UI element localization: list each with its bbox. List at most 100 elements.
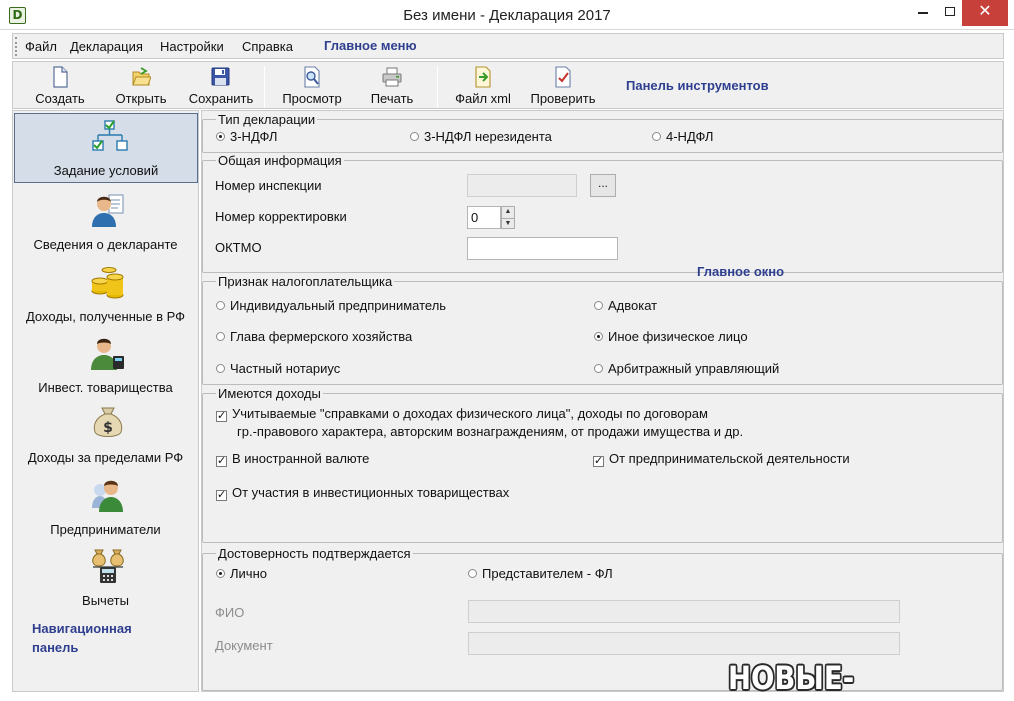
radio-dot (652, 132, 661, 141)
nav-annotation-line1: Навигационная (32, 621, 132, 636)
nav-item-conditions[interactable]: Задание условий (14, 113, 198, 183)
checkbox-entrepreneurial[interactable]: ✓ От предпринимательской деятельности (593, 451, 850, 467)
oktmo-input[interactable] (467, 237, 618, 260)
radio-3ndfl[interactable]: 3-НДФЛ (216, 129, 277, 144)
radio-label: Адвокат (608, 298, 658, 313)
floppy-disk-icon (211, 67, 230, 86)
menu-help[interactable]: Справка (242, 39, 293, 54)
menu-grip[interactable] (15, 37, 18, 56)
checkbox-box: ✓ (593, 455, 604, 467)
radio-3ndfl-nonresident[interactable]: 3-НДФЛ нерезидента (410, 129, 552, 144)
radio-farm-head[interactable]: Глава фермерского хозяйства (216, 329, 412, 344)
save-button[interactable]: Сохранить (183, 64, 259, 108)
main-menu: Файл Декларация Настройки Справка Главно… (12, 33, 1004, 59)
radio-other-person[interactable]: Иное физическое лицо (594, 329, 748, 344)
radio-label: Лично (230, 566, 267, 581)
menu-file[interactable]: Файл (25, 39, 57, 54)
toolbar-separator (437, 66, 438, 108)
close-icon: ✕ (978, 3, 992, 20)
nav-label-income-abroad: Доходы за пределами РФ (27, 450, 184, 465)
correction-spinner[interactable]: ▲ ▼ (501, 206, 515, 229)
checkbox-box: ✓ (216, 455, 227, 467)
open-label: Открыть (115, 91, 167, 106)
conditions-tree-icon (92, 120, 128, 151)
oktmo-label: ОКТМО (215, 240, 262, 255)
radio-personally[interactable]: Лично (216, 566, 267, 581)
main-menu-annotation: Главное меню (324, 38, 417, 53)
checkbox-box: ✓ (216, 410, 227, 422)
nav-item-declarant[interactable]: Сведения о декларанте (13, 187, 198, 257)
radio-notary[interactable]: Частный нотариус (216, 361, 340, 376)
window-title: Без имени - Декларация 2017 (403, 7, 611, 24)
radio-dot (216, 569, 225, 578)
nav-label-conditions: Задание условий (53, 163, 159, 178)
preview-button[interactable]: Просмотр (277, 64, 347, 108)
radio-individual-entrepreneur[interactable]: Индивидуальный предприниматель (216, 298, 446, 313)
printer-icon (382, 67, 402, 87)
radio-4ndfl[interactable]: 4-НДФЛ (652, 129, 713, 144)
watermark: НОВЫЕ-ВАТУТИНКИ.РФ (728, 659, 979, 701)
check-button[interactable]: Проверить (525, 64, 601, 108)
menu-declaration[interactable]: Декларация (70, 39, 143, 54)
open-button[interactable]: Открыть (109, 64, 173, 108)
checkbox-investment-partnerships[interactable]: ✓ От участия в инвестиционных товариществ… (216, 485, 510, 501)
checkbox-certificate-incomes[interactable]: ✓ Учитываемые "справками о доходах физиче… (216, 406, 708, 422)
save-label: Сохранить (188, 91, 254, 106)
coins-icon (91, 267, 124, 299)
create-button[interactable]: Создать (27, 64, 93, 108)
radio-label: Глава фермерского хозяйства (230, 329, 413, 344)
radio-label: 3-НДФЛ (230, 129, 278, 144)
radio-dot (594, 364, 603, 373)
inspection-label: Номер инспекции (215, 178, 322, 193)
open-folder-icon (132, 67, 151, 86)
create-label: Создать (35, 91, 85, 106)
correction-label: Номер корректировки (215, 209, 347, 224)
nav-item-deductions[interactable]: Вычеты (13, 543, 198, 613)
radio-arbitration-manager[interactable]: Арбитражный управляющий (594, 361, 779, 376)
toolbar-separator (264, 66, 265, 108)
radio-dot (594, 332, 603, 341)
radio-dot (216, 301, 225, 310)
radio-lawyer[interactable]: Адвокат (594, 298, 657, 313)
fio-input[interactable] (468, 600, 900, 623)
print-button[interactable]: Печать (363, 64, 421, 108)
print-label: Печать (370, 91, 414, 106)
navigation-panel: Задание условий Сведения о декларанте До… (12, 110, 199, 692)
document-input[interactable] (468, 632, 900, 655)
checkbox-label: От участия в инвестиционных товарищества… (232, 485, 510, 500)
incomes-legend: Имеются доходы (218, 386, 321, 401)
spin-down-icon[interactable]: ▼ (502, 218, 514, 229)
correction-input[interactable] (467, 206, 501, 229)
inspection-input[interactable] (467, 174, 577, 197)
preview-magnifier-icon (304, 66, 320, 88)
nav-label-deductions: Вычеты (82, 593, 129, 608)
close-button[interactable]: ✕ (962, 0, 1008, 26)
radio-dot (216, 132, 225, 141)
checkbox-label-continuation: гр.-правового характера, авторским возна… (237, 424, 744, 439)
title-bar: D Без имени - Декларация 2017 ✕ (0, 0, 1014, 30)
inspection-browse-button[interactable]: ... (590, 174, 616, 197)
spin-up-icon[interactable]: ▲ (502, 207, 514, 218)
radio-dot (410, 132, 419, 141)
declaration-type-group: Тип декларации (202, 112, 1003, 153)
radio-representative[interactable]: Представителем - ФЛ (468, 566, 613, 581)
radio-dot (216, 364, 225, 373)
toolbar: Создать Открыть Сохранить Просмотр Печат… (12, 61, 1004, 109)
nav-item-income-abroad[interactable]: $ Доходы за пределами РФ (13, 400, 198, 470)
xml-file-button[interactable]: Файл xml (450, 64, 516, 108)
radio-label: 3-НДФЛ нерезидента (424, 129, 552, 144)
nav-item-invest[interactable]: Инвест. товарищества (13, 330, 198, 400)
investor-person-icon (91, 338, 124, 370)
nav-item-income-rf[interactable]: Доходы, полученные в РФ (13, 259, 198, 329)
xml-export-icon (475, 66, 491, 88)
radio-label: 4-НДФЛ (666, 129, 714, 144)
calculator-icon (92, 549, 124, 583)
radio-dot (216, 332, 225, 341)
checkbox-foreign-currency[interactable]: ✓ В иностранной валюте (216, 451, 369, 467)
radio-dot (468, 569, 477, 578)
nav-item-entrepreneurs[interactable]: Предприниматели (13, 472, 198, 542)
nav-annotation-line2: панель (32, 640, 79, 655)
preview-label: Просмотр (282, 91, 342, 106)
radio-label: Частный нотариус (230, 361, 341, 376)
menu-settings[interactable]: Настройки (160, 39, 224, 54)
